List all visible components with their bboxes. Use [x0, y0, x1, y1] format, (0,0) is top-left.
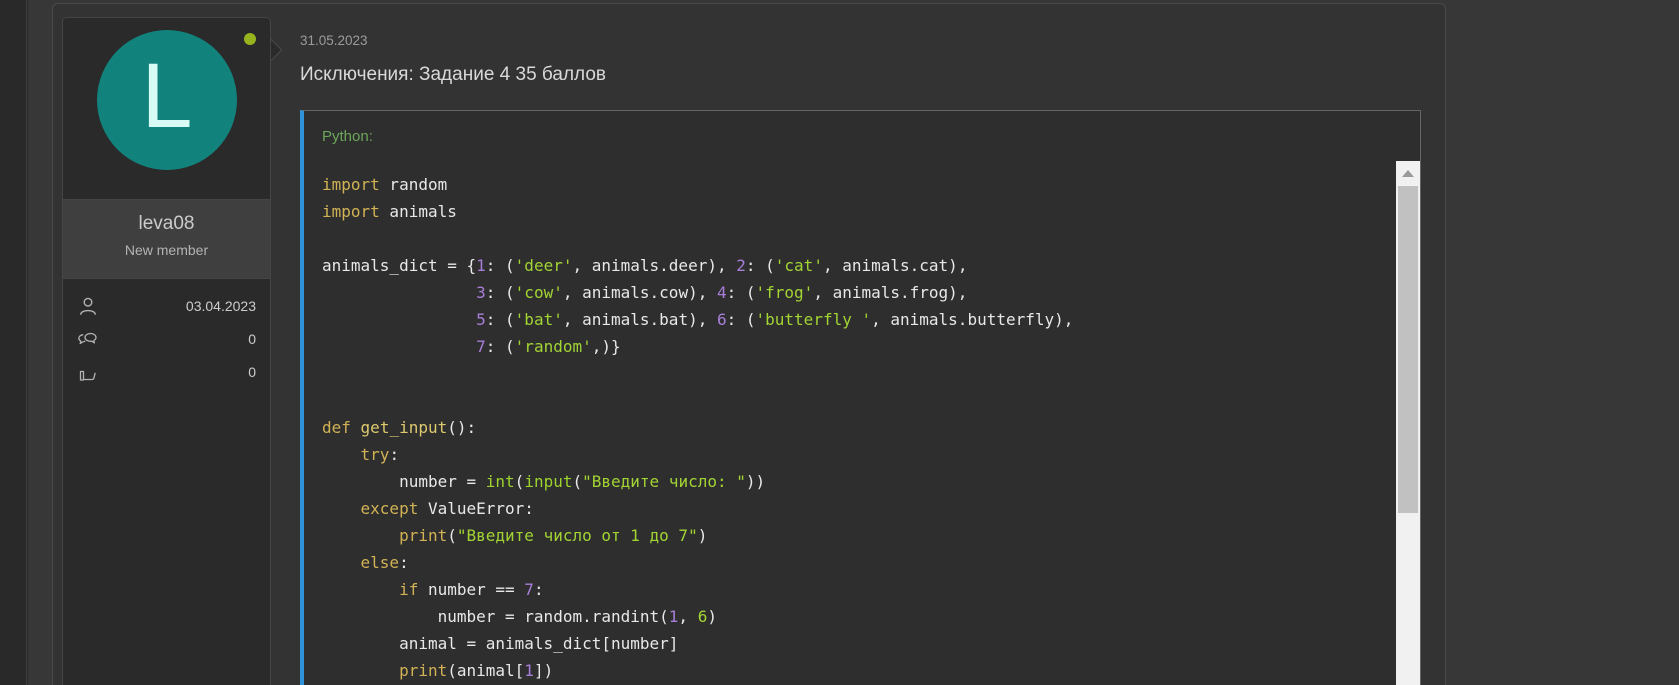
scroll-up-button[interactable] — [1396, 161, 1420, 186]
messages-count-value: 0 — [248, 331, 256, 347]
code-line: 7: ('random',)} — [322, 333, 1380, 360]
scrollbar-track[interactable] — [1396, 161, 1420, 685]
username[interactable]: leva08 — [63, 213, 270, 235]
code-line: number = int(input("Введите число: ")) — [322, 468, 1380, 495]
user-icon — [77, 295, 99, 317]
avatar[interactable]: L — [97, 30, 237, 170]
thumbs-up-icon — [77, 361, 99, 383]
stat-row-messages: 0 — [77, 322, 256, 355]
code-line: number = random.randint(1, 6) — [322, 603, 1380, 630]
code-line: 5: ('bat', animals.bat), 6: ('butterfly … — [322, 306, 1380, 333]
code-language-label: Python: — [304, 111, 1420, 147]
post-title: Исключения: Задание 4 35 баллов — [300, 63, 1421, 87]
code-line: else: — [322, 549, 1380, 576]
stat-row-joined: 03.04.2023 — [77, 289, 256, 322]
stat-row-likes: 0 — [77, 355, 256, 388]
code-line — [322, 387, 1380, 414]
user-column: L leva08 New member 03.04.2023 — [62, 17, 271, 685]
user-role: New member — [63, 242, 270, 258]
code-line: try: — [322, 441, 1380, 468]
likes-count-value: 0 — [248, 364, 256, 380]
code-line: def get_input(): — [322, 414, 1380, 441]
name-bar: leva08 New member — [63, 199, 270, 279]
online-indicator — [244, 33, 256, 45]
code-line — [322, 360, 1380, 387]
code-line: animals_dict = {1: ('deer', animals.deer… — [322, 252, 1380, 279]
chat-icon — [77, 328, 99, 350]
scroll-up-arrow-icon — [1402, 170, 1414, 177]
code-line: print(animal[1]) — [322, 657, 1380, 684]
left-strip — [0, 0, 27, 685]
code-line: except ValueError: — [322, 495, 1380, 522]
post-content: 31.05.2023 Исключения: Задание 4 35 балл… — [279, 4, 1445, 685]
code-content: import randomimport animals animals_dict… — [304, 147, 1420, 685]
code-line: if number == 7: — [322, 576, 1380, 603]
code-line: import animals — [322, 198, 1380, 225]
user-stats: 03.04.2023 0 — [63, 279, 270, 685]
code-line — [322, 225, 1380, 252]
post-date[interactable]: 31.05.2023 — [300, 33, 1421, 49]
post-card: L leva08 New member 03.04.2023 — [52, 3, 1446, 685]
scrollbar-thumb[interactable] — [1398, 186, 1418, 513]
avatar-letter: L — [141, 50, 192, 142]
avatar-card: L — [63, 18, 270, 199]
screen: L leva08 New member 03.04.2023 — [0, 0, 1679, 685]
code-block: Python: import randomimport animals anim… — [300, 110, 1421, 685]
joined-date-value: 03.04.2023 — [186, 298, 256, 314]
code-line: animal = animals_dict[number] — [322, 630, 1380, 657]
code-line: print("Введите число от 1 до 7") — [322, 522, 1380, 549]
code-line: 3: ('cow', animals.cow), 4: ('frog', ani… — [322, 279, 1380, 306]
code-line: import random — [322, 171, 1380, 198]
